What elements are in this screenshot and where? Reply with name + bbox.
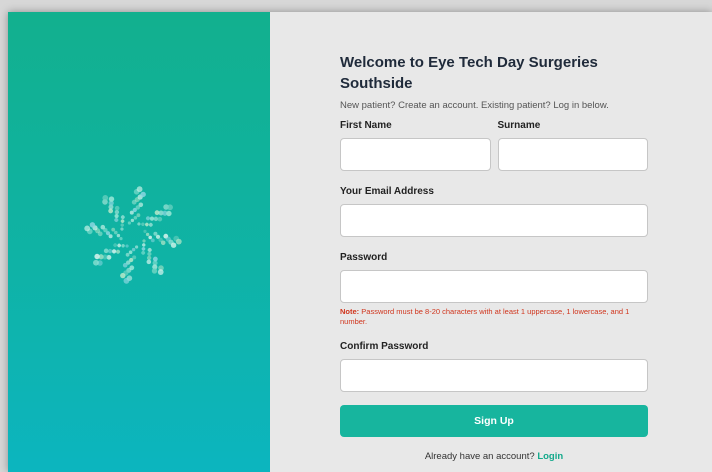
email-input[interactable] [340,204,648,237]
brand-panel [8,12,270,472]
first-name-group: First Name [340,120,491,171]
email-group: Your Email Address [340,186,648,237]
surname-input[interactable] [497,138,648,171]
signup-form: Welcome to Eye Tech Day Surgeries Souths… [340,52,648,462]
password-group: Password Note: Password must be 8-20 cha… [340,252,648,326]
confirm-password-group: Confirm Password [340,341,648,392]
sign-up-button[interactable]: Sign Up [340,405,648,437]
password-note: Note: Password must be 8-20 characters w… [340,307,648,326]
starburst-logo-icon [84,186,182,284]
first-name-label: First Name [340,120,392,131]
password-note-text: Password must be 8-20 characters with at… [340,307,630,326]
login-prompt: Already have an account? Login [340,451,648,462]
surname-label: Surname [497,120,541,131]
email-label: Your Email Address [340,186,434,197]
page-subtitle: New patient? Create an account. Existing… [340,100,609,111]
password-note-prefix: Note: [340,307,360,316]
page-title: Welcome to Eye Tech Day Surgeries Souths… [340,54,598,92]
login-prompt-text: Already have an account? [424,451,535,462]
logo-arm [84,222,123,241]
surname-group: Surname [497,120,648,171]
login-link[interactable]: Login [537,451,563,462]
logo-arm [143,229,182,248]
name-row: First Name Surname [340,120,648,171]
signup-window: Welcome to Eye Tech Day Surgeries Souths… [8,12,712,472]
logo-arm [141,239,164,275]
confirm-password-label: Confirm Password [340,341,429,352]
password-input[interactable] [340,270,648,303]
first-name-input[interactable] [340,138,491,171]
logo-arm [137,204,173,227]
form-panel: Welcome to Eye Tech Day Surgeries Souths… [270,12,712,472]
logo-arm [120,245,139,284]
logo-arm [102,195,125,231]
logo-arm [127,186,146,225]
logo-arm [93,243,129,266]
confirm-password-input[interactable] [340,359,648,392]
password-label: Password [340,252,388,263]
